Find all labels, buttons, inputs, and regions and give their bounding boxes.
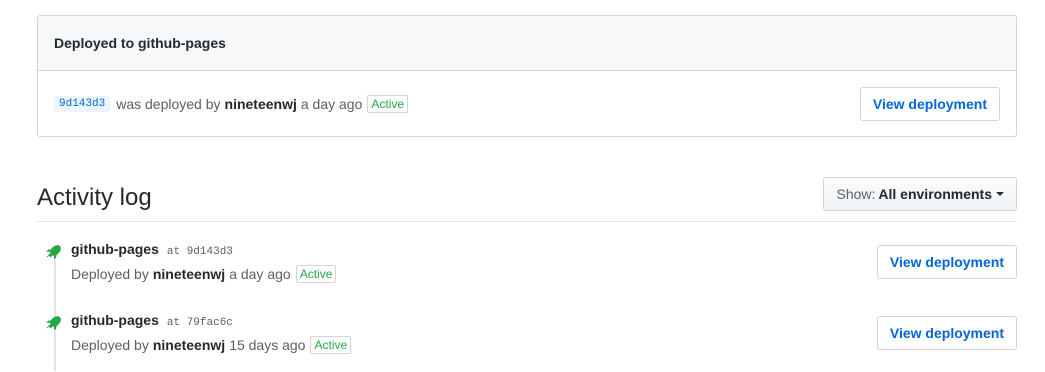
view-deployment-button[interactable]: View deployment: [876, 245, 1017, 279]
deployment-time: a day ago: [300, 95, 363, 112]
view-deployment-button[interactable]: View deployment: [859, 86, 1000, 121]
view-deployment-button[interactable]: View deployment: [876, 316, 1017, 350]
deployed-by-text: Deployed by: [71, 266, 149, 282]
activity-log-item-title: github-pages at 9d143d3: [71, 241, 233, 258]
deployment-time: 15 days ago: [229, 337, 306, 353]
deployment-summary-body: 9d143d3 was deployed by nineteenwj a day…: [38, 71, 1016, 136]
rocket-icon: [45, 312, 63, 331]
user-link[interactable]: nineteenwj: [225, 96, 297, 112]
status-badge: Active: [295, 265, 337, 283]
deployment-summary-line: 9d143d3 was deployed by nineteenwj a day…: [54, 94, 409, 113]
environment-name: github-pages: [71, 241, 159, 257]
activity-log-title: Activity log: [37, 184, 152, 211]
environment-name: github-pages: [71, 312, 159, 328]
activity-log-item: github-pages at 79fac6c Deployed by nine…: [37, 312, 1017, 372]
environment-filter-value: All environments: [878, 186, 992, 202]
chevron-down-icon: [996, 192, 1004, 196]
activity-log-item-description: Deployed by nineteenwj 15 days ago Activ…: [71, 336, 352, 354]
environment-filter-label: Show:: [836, 186, 876, 202]
status-badge: Active: [367, 94, 409, 113]
deployment-summary-title: Deployed to github-pages: [54, 35, 226, 51]
deployed-by-text: was deployed by: [116, 95, 221, 112]
activity-log-item: github-pages at 9d143d3 Deployed by nine…: [37, 241, 1017, 301]
activity-log-item-title: github-pages at 79fac6c: [71, 312, 233, 329]
user-link[interactable]: nineteenwj: [153, 337, 225, 353]
environment-filter-select[interactable]: Show: All environments: [823, 177, 1017, 211]
rocket-icon: [45, 241, 63, 260]
commit-sha-link[interactable]: 9d143d3: [54, 95, 111, 112]
commit-ref-link[interactable]: at 79fac6c: [167, 317, 233, 329]
deployment-time: a day ago: [229, 266, 291, 282]
activity-log-header: Activity log Show: All environments: [37, 175, 1017, 222]
activity-log-item-description: Deployed by nineteenwj a day ago Active: [71, 265, 337, 283]
commit-ref-link[interactable]: at 9d143d3: [167, 246, 233, 258]
deployment-summary-header: Deployed to github-pages: [38, 16, 1016, 71]
user-link[interactable]: nineteenwj: [153, 266, 225, 282]
status-badge: Active: [310, 336, 352, 354]
deployed-by-text: Deployed by: [71, 337, 149, 353]
deployment-summary-box: Deployed to github-pages 9d143d3 was dep…: [37, 15, 1017, 137]
